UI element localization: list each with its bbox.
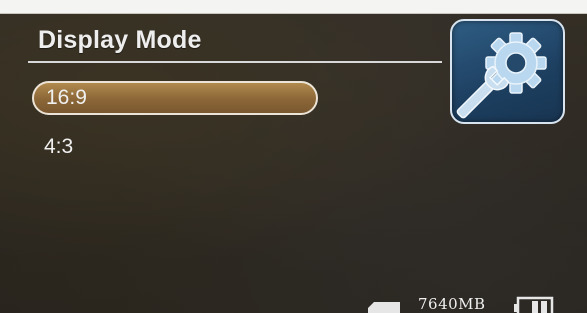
option-4-3[interactable]: 4:3 [44,135,73,159]
option-16-9[interactable]: 16:9 [32,81,318,115]
display-mode-screen: Display Mode 16:9 4:3 7640MB [0,0,587,313]
sd-card-icon [368,302,400,313]
settings-icon [450,19,565,124]
device-bezel-top [0,0,587,14]
gear-wrench-icon [456,32,547,119]
battery-icon [514,296,554,313]
menu-title: Display Mode [38,26,202,54]
title-divider [28,61,442,63]
storage-remaining: 7640MB [418,295,486,313]
